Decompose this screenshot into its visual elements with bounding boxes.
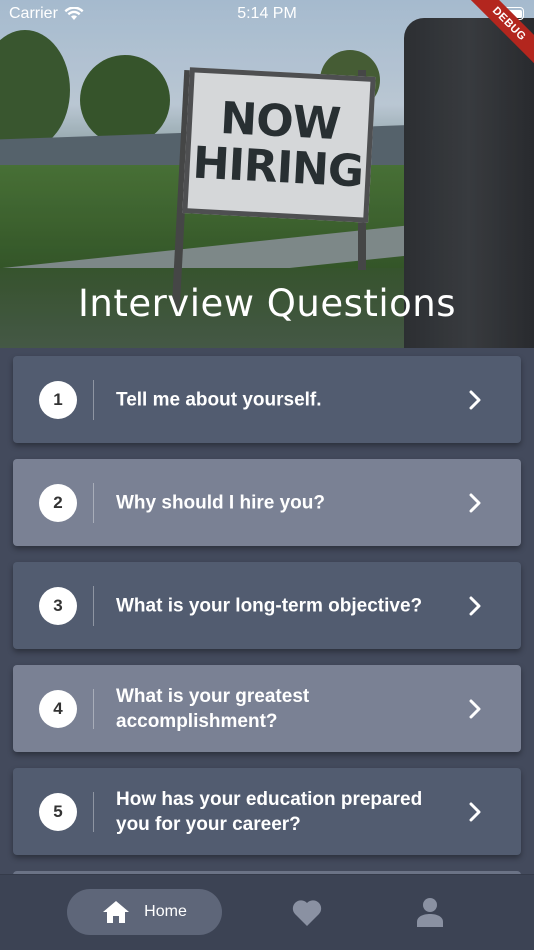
nav-home-button[interactable]: Home: [67, 889, 222, 935]
heart-icon[interactable]: [292, 899, 322, 927]
status-bar: Carrier 5:14 PM: [0, 0, 534, 28]
nav-home-label: Home: [144, 903, 187, 920]
question-card[interactable]: 1 Tell me about yourself.: [13, 356, 521, 443]
divider: [93, 791, 94, 832]
chevron-right-icon: [469, 493, 481, 512]
person-icon[interactable]: [416, 897, 444, 927]
divider: [93, 482, 94, 523]
home-icon: [103, 901, 130, 923]
chevron-right-icon: [469, 699, 481, 718]
page-title: Interview Questions: [77, 282, 457, 325]
question-card[interactable]: 4 What is your greatest accomplishment?: [13, 665, 521, 752]
question-card[interactable]: 5 How has your education prepared you fo…: [13, 768, 521, 855]
chevron-right-icon: [469, 802, 481, 821]
question-number-badge: 1: [39, 380, 77, 419]
divider: [93, 688, 94, 729]
question-text: Why should I hire you?: [116, 492, 325, 513]
question-card[interactable]: 3 What is your long-term objective?: [13, 562, 521, 649]
question-number-badge: 5: [39, 792, 77, 831]
question-number-badge: 3: [39, 586, 77, 625]
question-number-badge: 2: [39, 483, 77, 522]
chevron-right-icon: [469, 596, 481, 615]
bottom-nav: Home: [0, 874, 534, 950]
chevron-right-icon: [469, 390, 481, 409]
divider: [93, 379, 94, 420]
home-indicator: [200, 937, 334, 942]
header-image: NOW HIRING Interview Questions: [0, 0, 534, 348]
divider: [93, 585, 94, 626]
status-time: 5:14 PM: [237, 5, 297, 22]
question-text: How has your education prepared you for …: [116, 788, 423, 835]
question-text: Tell me about yourself.: [116, 389, 322, 410]
question-number-badge: 4: [39, 689, 77, 728]
question-text: What is your greatest accomplishment?: [116, 685, 310, 732]
question-card[interactable]: 2 Why should I hire you?: [13, 459, 521, 546]
question-text: What is your long-term objective?: [116, 595, 423, 616]
question-list: 1 Tell me about yourself. 2 Why should I…: [13, 356, 521, 891]
